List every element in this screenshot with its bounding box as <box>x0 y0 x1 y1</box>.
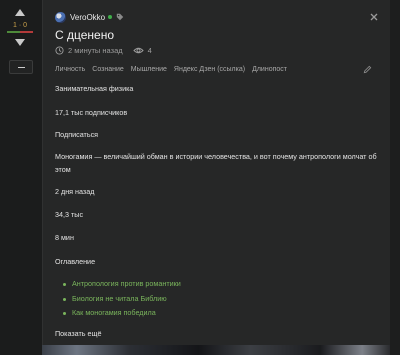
tag-item[interactable]: Яндекс Дзен (ссылка) <box>174 66 245 73</box>
downvote-arrow-icon[interactable] <box>15 39 25 46</box>
show-more-link[interactable]: Показать ещё <box>55 327 101 340</box>
body-line: 34,3 тыс <box>55 210 84 219</box>
toc-link[interactable]: Биология не читала Библию <box>63 292 181 307</box>
views-count: 4 <box>147 46 152 55</box>
vote-score: 1 · 0 <box>12 22 27 29</box>
views-counter: 4 <box>132 46 152 55</box>
body-line: 2 дня назад <box>55 187 95 196</box>
subscribe-link[interactable]: Подписаться <box>55 128 98 141</box>
toc-link[interactable]: Антропология против романтики <box>63 277 181 292</box>
body-line: 8 мин <box>55 233 74 242</box>
body-line: 17,1 тыс подписчиков <box>55 108 128 117</box>
clock-icon <box>55 46 64 55</box>
post-image <box>42 345 390 355</box>
online-status-icon <box>108 15 113 19</box>
body-line: Занимательная физика <box>55 84 134 93</box>
body-line: этом <box>55 165 71 174</box>
scrollbar[interactable] <box>390 0 400 355</box>
body-line: Моногамия — величайший обман в истории ч… <box>55 152 377 161</box>
vote-box: 1 · 0 <box>4 4 36 54</box>
pencil-icon[interactable] <box>363 65 372 74</box>
author-name[interactable]: VeroOkko <box>70 13 105 22</box>
tag-item[interactable]: Сознание <box>92 66 124 73</box>
vote-column: 1 · 0 <box>0 0 42 355</box>
vote-ratio-bar <box>7 31 33 33</box>
post-meta: 2 минуты назад 4 <box>55 45 152 56</box>
minus-icon <box>17 66 25 68</box>
toc-link[interactable]: Как моногамия победила <box>63 306 181 321</box>
tag-icon[interactable] <box>116 13 124 21</box>
avatar[interactable] <box>55 11 66 23</box>
tag-item[interactable]: Длинопост <box>252 66 287 73</box>
author-row: VeroOkko <box>55 9 124 25</box>
close-icon[interactable] <box>369 12 379 22</box>
toc-heading: Оглавление <box>55 257 96 266</box>
post-time: 2 минуты назад <box>68 46 123 55</box>
eye-icon <box>132 47 144 54</box>
tag-item[interactable]: Личность <box>55 66 85 73</box>
tag-item[interactable]: Мышление <box>131 66 167 73</box>
tags-row: Личность Сознание Мышление Яндекс Дзен (… <box>55 66 294 73</box>
toc-list: Антропология против романтики Биология н… <box>63 277 181 321</box>
post-card: VeroOkko С дценено 2 минуты назад 4 Личн… <box>42 0 391 355</box>
upvote-arrow-icon[interactable] <box>15 9 25 16</box>
post-title[interactable]: С дценено <box>55 28 114 42</box>
collapse-button[interactable] <box>9 60 33 74</box>
